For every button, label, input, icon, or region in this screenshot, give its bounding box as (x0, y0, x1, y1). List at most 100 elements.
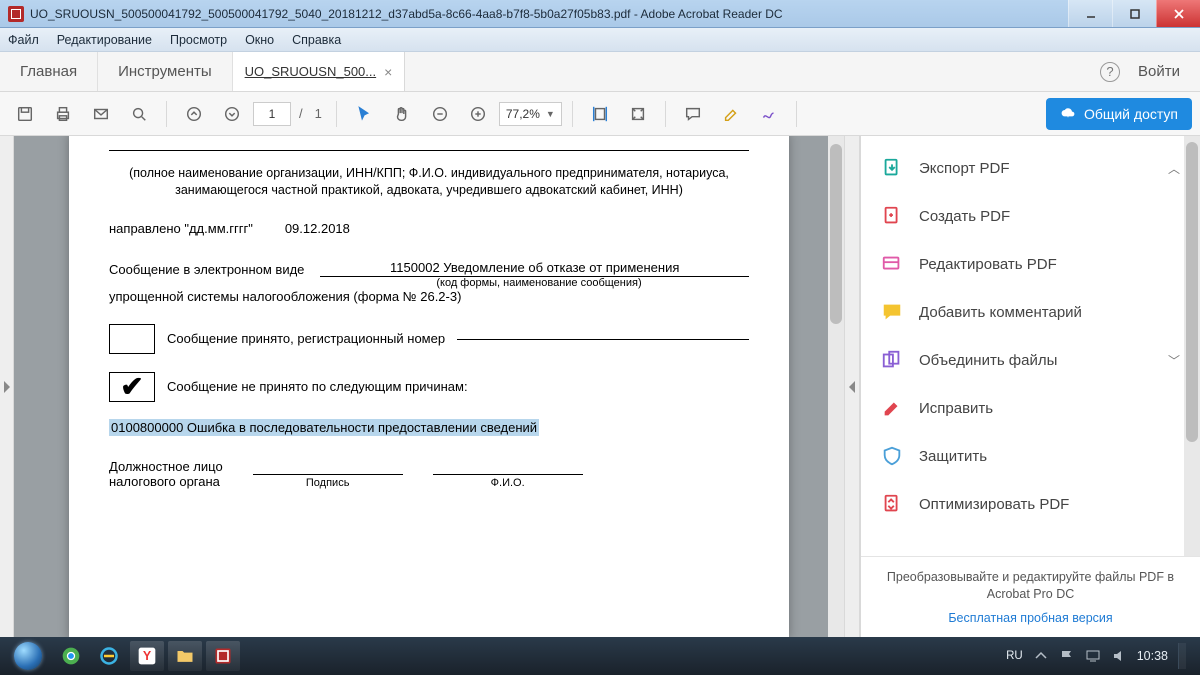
tool-label: Добавить комментарий (919, 304, 1082, 321)
footer-promo-text: Преобразовывайте и редактируйте файлы PD… (877, 569, 1184, 604)
doc-accepted-checkbox (109, 324, 155, 354)
comment-icon[interactable] (676, 97, 710, 131)
tab-home[interactable]: Главная (0, 52, 98, 91)
tray-flag-icon[interactable] (1059, 648, 1075, 664)
tool-label: Оптимизировать PDF (919, 496, 1069, 513)
chevron-down-icon: ▼ (546, 109, 555, 119)
zoom-out-icon[interactable] (423, 97, 457, 131)
tool-label: Редактировать PDF (919, 256, 1057, 273)
zoom-value: 77,2% (506, 107, 540, 121)
tool-create-pdf[interactable]: Создать PDF (861, 192, 1200, 240)
help-icon[interactable]: ? (1100, 62, 1120, 82)
show-desktop-button[interactable] (1178, 643, 1186, 669)
shield-icon (881, 445, 903, 467)
pdf-page: (полное наименование организации, ИНН/КП… (69, 136, 789, 637)
doc-error-text[interactable]: 0100800000 Ошибка в последовательности п… (109, 419, 539, 436)
page-number-input[interactable]: 1 (253, 102, 291, 126)
tray-volume-icon[interactable] (1111, 648, 1127, 664)
taskbar-language[interactable]: RU (1006, 650, 1023, 662)
doc-msg-line2: упрощенной системы налогообложения (форм… (109, 289, 749, 304)
tools-scrollbar[interactable] (1184, 136, 1200, 556)
window-title: UO_SRUOUSN_500500041792_500500041792_504… (30, 7, 1068, 21)
menu-help[interactable]: Справка (292, 33, 341, 47)
main-area: (полное наименование организации, ИНН/КП… (0, 136, 1200, 637)
menu-file[interactable]: Файл (8, 33, 39, 47)
tab-tools[interactable]: Инструменты (98, 52, 233, 91)
tool-edit-pdf[interactable]: Редактировать PDF (861, 240, 1200, 288)
tab-document[interactable]: UO_SRUOUSN_500... × (233, 52, 406, 91)
doc-fio-caption: Ф.И.О. (491, 477, 525, 489)
doc-msg-label: Сообщение в электронном виде (109, 262, 304, 277)
search-icon[interactable] (122, 97, 156, 131)
maximize-button[interactable] (1112, 0, 1156, 27)
minimize-button[interactable] (1068, 0, 1112, 27)
tool-export-pdf[interactable]: Экспорт PDF ︿ (861, 144, 1200, 192)
tray-up-icon[interactable] (1033, 648, 1049, 664)
svg-text:Y: Y (143, 649, 152, 663)
combine-files-icon (881, 349, 903, 371)
doc-rejected-checkbox: ✔ (109, 372, 155, 402)
tab-close-icon[interactable]: × (384, 64, 392, 80)
tab-document-label: UO_SRUOUSN_500... (245, 64, 377, 79)
menu-edit[interactable]: Редактирование (57, 33, 152, 47)
tools-list: Экспорт PDF ︿ Создать PDF Редактировать … (861, 136, 1200, 536)
doc-official-2: налогового органа (109, 474, 223, 489)
close-button[interactable] (1156, 0, 1200, 27)
print-icon[interactable] (46, 97, 80, 131)
cloud-upload-icon (1060, 106, 1076, 122)
doc-sent-date: 09.12.2018 (285, 221, 350, 236)
zoom-dropdown[interactable]: 77,2% ▼ (499, 102, 562, 126)
comment-icon (881, 301, 903, 323)
tool-label: Защитить (919, 448, 987, 465)
menu-window[interactable]: Окно (245, 33, 274, 47)
document-viewport[interactable]: (полное наименование организации, ИНН/КП… (14, 136, 844, 637)
hand-tool-icon[interactable] (385, 97, 419, 131)
zoom-in-icon[interactable] (461, 97, 495, 131)
chevron-down-icon: ﹀ (1168, 352, 1180, 369)
redact-icon (881, 397, 903, 419)
select-tool-icon[interactable] (347, 97, 381, 131)
app-tabs: Главная Инструменты UO_SRUOUSN_500... × … (0, 52, 1200, 92)
tray-network-icon[interactable] (1085, 648, 1101, 664)
page-total: 1 (315, 106, 322, 121)
tool-optimize-pdf[interactable]: Оптимизировать PDF (861, 480, 1200, 528)
doc-signature-caption: Подпись (306, 477, 350, 489)
doc-org-caption: (полное наименование организации, ИНН/КП… (109, 165, 749, 199)
window-buttons (1068, 0, 1200, 27)
toolbar: 1 / 1 77,2% ▼ Общий доступ (0, 92, 1200, 136)
taskbar-chrome-icon[interactable] (54, 641, 88, 671)
doc-msg-code: 1150002 Уведомление об отказе от примене… (320, 260, 749, 277)
highlight-icon[interactable] (714, 97, 748, 131)
taskbar-acrobat-icon[interactable] (206, 641, 240, 671)
tool-protect[interactable]: Защитить (861, 432, 1200, 480)
page-up-icon[interactable] (177, 97, 211, 131)
tool-redact[interactable]: Исправить (861, 384, 1200, 432)
tools-footer: Преобразовывайте и редактируйте файлы PD… (861, 556, 1200, 638)
signin-link[interactable]: Войти (1138, 63, 1180, 80)
save-icon[interactable] (8, 97, 42, 131)
sign-icon[interactable] (752, 97, 786, 131)
doc-sent-label: направлено "дд.мм.гггг" (109, 221, 253, 236)
menu-view[interactable]: Просмотр (170, 33, 227, 47)
share-button[interactable]: Общий доступ (1046, 98, 1192, 130)
taskbar-yandex-icon[interactable]: Y (130, 641, 164, 671)
tools-panel: Экспорт PDF ︿ Создать PDF Редактировать … (860, 136, 1200, 637)
taskbar-ie-icon[interactable] (92, 641, 126, 671)
tool-combine-files[interactable]: Объединить файлы ﹀ (861, 336, 1200, 384)
edit-pdf-icon (881, 253, 903, 275)
doc-accepted-label: Сообщение принято, регистрационный номер (167, 331, 445, 346)
tool-add-comment[interactable]: Добавить комментарий (861, 288, 1200, 336)
fit-width-icon[interactable] (583, 97, 617, 131)
free-trial-link[interactable]: Бесплатная пробная версия (877, 610, 1184, 628)
taskbar-clock[interactable]: 10:38 (1137, 649, 1168, 663)
mail-icon[interactable] (84, 97, 118, 131)
fit-page-icon[interactable] (621, 97, 655, 131)
left-panel-toggle[interactable] (0, 136, 14, 637)
document-scrollbar[interactable] (828, 136, 844, 637)
tool-label: Исправить (919, 400, 993, 417)
tool-label: Экспорт PDF (919, 160, 1010, 177)
right-panel-toggle[interactable] (844, 136, 860, 637)
start-button[interactable] (6, 641, 50, 671)
page-down-icon[interactable] (215, 97, 249, 131)
taskbar-explorer-icon[interactable] (168, 641, 202, 671)
